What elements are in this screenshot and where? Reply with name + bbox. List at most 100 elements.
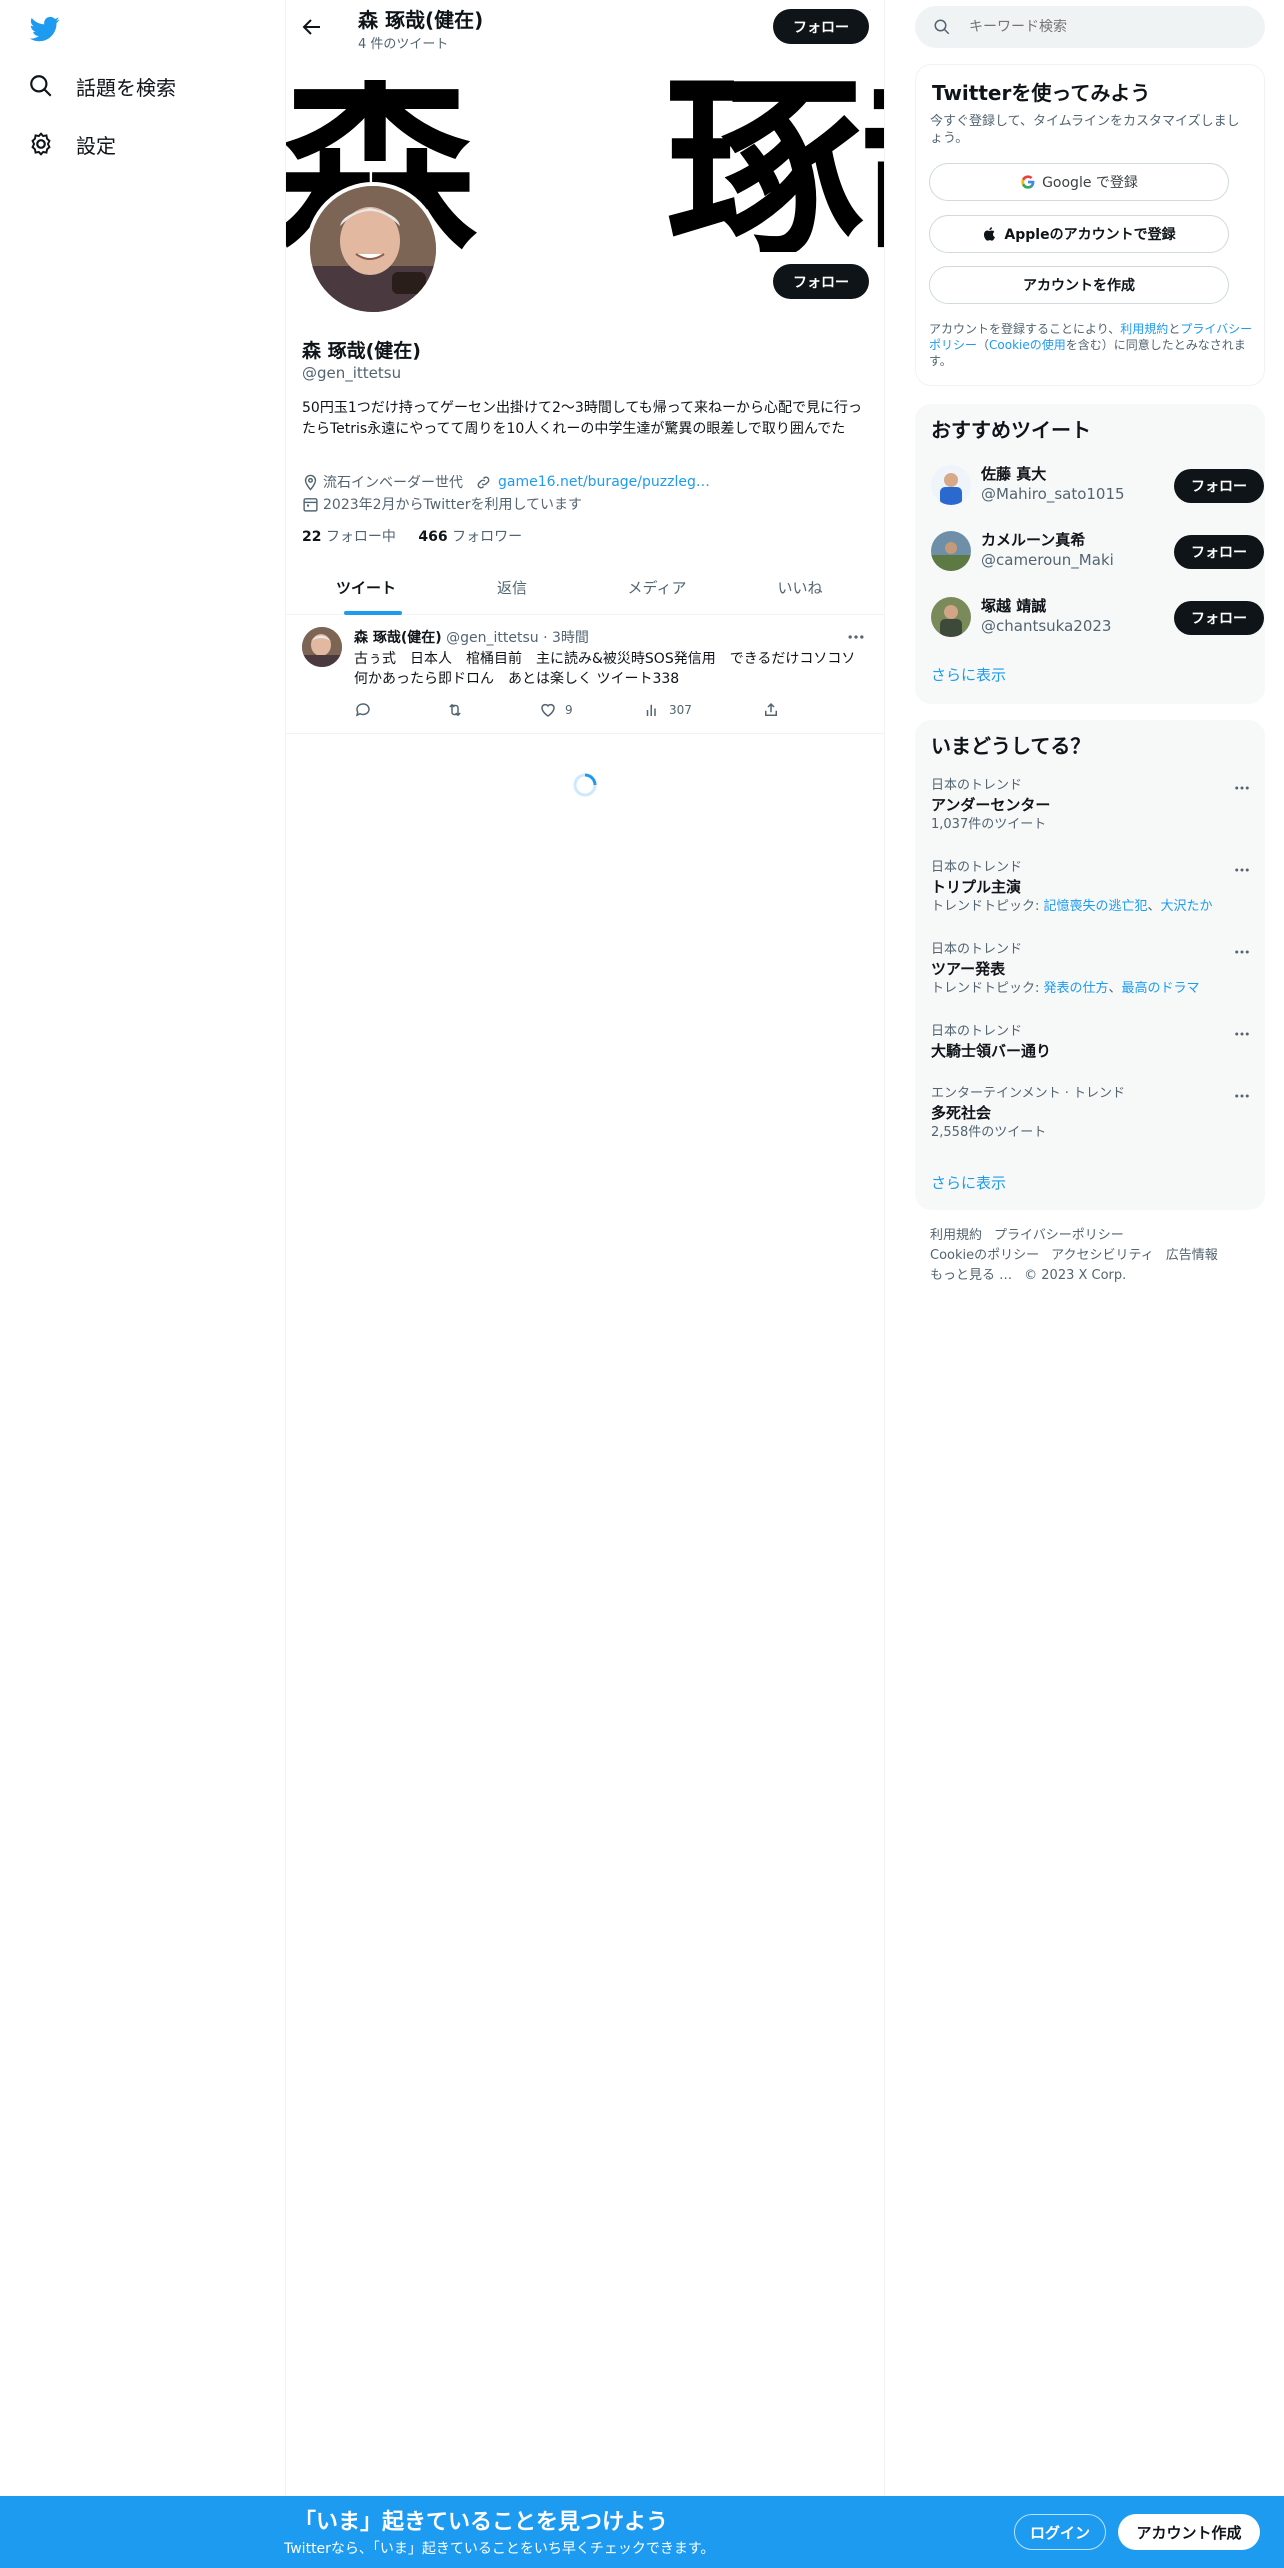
twitter-bird-icon[interactable]: [28, 14, 62, 44]
tweet[interactable]: 森 琢哉(健在) @gen_ittetsu · 3時間 古ぅ式 日本人 棺桶目前…: [286, 615, 884, 734]
terms-link[interactable]: 利用規約: [1120, 322, 1168, 336]
cookie-link[interactable]: Cookieの使用: [989, 338, 1066, 352]
profile-name: 森 琢哉(健在): [302, 340, 421, 362]
followers-stat[interactable]: 466 フォロワー: [418, 529, 522, 545]
trend-topic-separator: 、: [1108, 981, 1122, 996]
search-icon: [934, 19, 950, 35]
trend-item[interactable]: エンターテインメント · トレンド 多死社会 2,558件のツイート: [931, 1085, 1251, 1143]
retweet-button[interactable]: [446, 701, 472, 719]
who-to-follow-show-more[interactable]: さらに表示: [931, 664, 1006, 685]
google-signup-label: Google で登録: [1042, 175, 1138, 191]
tweet-header: 森 琢哉(健在) @gen_ittetsu · 3時間: [354, 627, 589, 647]
reply-icon: [355, 703, 370, 717]
trend-context: エンターテインメント · トレンド: [931, 1086, 1126, 1101]
more-options-icon[interactable]: [1233, 779, 1251, 797]
footer-ads-link[interactable]: 広告情報: [1166, 1248, 1218, 1263]
tab-likes[interactable]: いいね: [726, 562, 874, 615]
suggested-user-name: 塚越 靖誠: [981, 597, 1047, 615]
trend-context: 日本のトレンド: [931, 778, 1023, 793]
more-options-icon[interactable]: [1233, 1025, 1251, 1043]
share-button[interactable]: [762, 701, 788, 719]
signup-title: Twitterを使ってみよう: [932, 81, 1151, 105]
nav-settings[interactable]: 設定: [28, 122, 116, 166]
profile-follow-button[interactable]: フォロー: [773, 264, 869, 299]
signup-button[interactable]: アカウント作成: [1118, 2514, 1260, 2550]
footer-terms-link[interactable]: 利用規約: [930, 1228, 982, 1243]
gear-icon: [31, 132, 51, 156]
trend-topics-prefix: トレンドトピック:: [931, 899, 1044, 914]
bottom-signup-bar: 「いま」起きていることを見つけよう Twitterなら、「いま」起きていることを…: [0, 2496, 1284, 2568]
more-options-icon[interactable]: [1233, 861, 1251, 879]
trends-show-more[interactable]: さらに表示: [931, 1172, 1006, 1193]
footer-more-link[interactable]: もっと見る …: [930, 1268, 1012, 1283]
trend-tweet-count: 1,037件のツイート: [931, 817, 1047, 832]
trend-topic-link[interactable]: 大沢たか: [1161, 899, 1213, 914]
trend-context: 日本のトレンド: [931, 1024, 1023, 1039]
login-button[interactable]: ログイン: [1014, 2514, 1106, 2550]
trend-context: 日本のトレンド: [931, 860, 1023, 875]
trend-topic-link[interactable]: 発表の仕方: [1044, 981, 1109, 996]
signup-card: Twitterを使ってみよう 今すぐ登録して、タイムラインをカスタマイズしましょ…: [915, 64, 1265, 386]
profile-avatar[interactable]: [306, 182, 440, 316]
search-icon: [30, 75, 52, 97]
trend-name: ツアー発表: [931, 960, 1006, 978]
google-signup-button[interactable]: Google で登録: [929, 163, 1229, 201]
following-label: フォロー中: [325, 529, 396, 545]
apple-signup-label: Appleのアカウントで登録: [1004, 227, 1176, 243]
create-account-button[interactable]: アカウントを作成: [929, 266, 1229, 304]
suggested-follow-button[interactable]: フォロー: [1174, 535, 1264, 569]
search-input[interactable]: [969, 19, 1249, 35]
suggested-user[interactable]: カメルーン真希 @cameroun_Maki フォロー: [931, 525, 1264, 579]
like-button[interactable]: 9: [539, 701, 573, 719]
more-options-icon[interactable]: [1233, 943, 1251, 961]
trend-topics: トレンドトピック: 記憶喪失の逃亡犯、大沢たか: [931, 897, 1251, 917]
suggested-user[interactable]: 佐藤 真大 @Mahiro_sato1015 フォロー: [931, 459, 1264, 513]
apple-logo-icon: [984, 227, 996, 241]
signup-legal-part3: （: [977, 338, 990, 352]
suggested-user-avatar[interactable]: [931, 597, 971, 637]
trend-topics-prefix: トレンドトピック:: [931, 981, 1044, 996]
trend-item[interactable]: 日本のトレンド 大騎士領バー通り: [931, 1023, 1251, 1061]
tab-replies[interactable]: 返信: [438, 562, 586, 615]
trend-name: 多死社会: [931, 1104, 992, 1122]
more-options-icon[interactable]: [1233, 1087, 1251, 1105]
bottom-bar-title: 「いま」起きていることを見つけよう: [294, 2510, 669, 2535]
header-follow-button[interactable]: フォロー: [773, 9, 869, 44]
trend-item[interactable]: 日本のトレンド ツアー発表 トレンドトピック: 発表の仕方、最高のドラマ: [931, 941, 1251, 999]
profile-url-link[interactable]: game16.net/burage/puzzleg…: [498, 474, 710, 490]
trend-item[interactable]: 日本のトレンド アンダーセンター 1,037件のツイート: [931, 777, 1251, 835]
tab-media[interactable]: メディア: [583, 562, 731, 615]
search-box[interactable]: [915, 6, 1265, 48]
suggested-follow-button[interactable]: フォロー: [1174, 601, 1264, 635]
tweet-avatar[interactable]: [302, 627, 342, 667]
apple-signup-button[interactable]: Appleのアカウントで登録: [929, 215, 1229, 253]
trend-topic-link[interactable]: 最高のドラマ: [1122, 981, 1200, 996]
tweet-author-name[interactable]: 森 琢哉(健在): [354, 630, 442, 646]
more-options-icon[interactable]: [846, 627, 866, 647]
trend-topics: トレンドトピック: 発表の仕方、最高のドラマ: [931, 979, 1251, 999]
back-arrow-icon[interactable]: [300, 15, 324, 39]
trends-card: いまどうしてる？ 日本のトレンド アンダーセンター 1,037件のツイート 日本…: [915, 720, 1265, 1210]
retweet-icon: [449, 703, 461, 717]
tab-tweets[interactable]: ツイート: [292, 562, 440, 615]
tweet-actions: 9 307: [354, 701, 794, 723]
suggested-follow-button[interactable]: フォロー: [1174, 469, 1264, 503]
footer-accessibility-link[interactable]: アクセシビリティ: [1051, 1248, 1154, 1263]
suggested-user[interactable]: 塚越 靖誠 @chantsuka2023 フォロー: [931, 591, 1264, 645]
suggested-user-avatar[interactable]: [931, 465, 971, 505]
tweet-time[interactable]: · 3時間: [543, 630, 589, 646]
trend-topic-link[interactable]: 記憶喪失の逃亡犯: [1044, 899, 1148, 914]
nav-explore[interactable]: 話題を検索: [28, 64, 176, 108]
views-button[interactable]: 307: [643, 701, 692, 719]
suggested-user-avatar[interactable]: [931, 531, 971, 571]
following-stat[interactable]: 22 フォロー中: [302, 529, 396, 545]
footer-privacy-link[interactable]: プライバシーポリシー: [994, 1228, 1124, 1243]
trend-item[interactable]: 日本のトレンド トリプル主演 トレンドトピック: 記憶喪失の逃亡犯、大沢たか: [931, 859, 1251, 917]
tweet-author-handle: @gen_ittetsu: [446, 630, 539, 646]
reply-button[interactable]: [354, 701, 380, 719]
footer-cookie-link[interactable]: Cookieのポリシー: [930, 1248, 1039, 1263]
footer-links: 利用規約 プライバシーポリシー Cookieのポリシー アクセシビリティ 広告情報 も…: [930, 1226, 1260, 1286]
nav-explore-label: 話題を検索: [76, 75, 176, 100]
link-icon: [477, 476, 490, 488]
signup-subtitle: 今すぐ登録して、タイムラインをカスタマイズしましょう。: [930, 114, 1240, 146]
